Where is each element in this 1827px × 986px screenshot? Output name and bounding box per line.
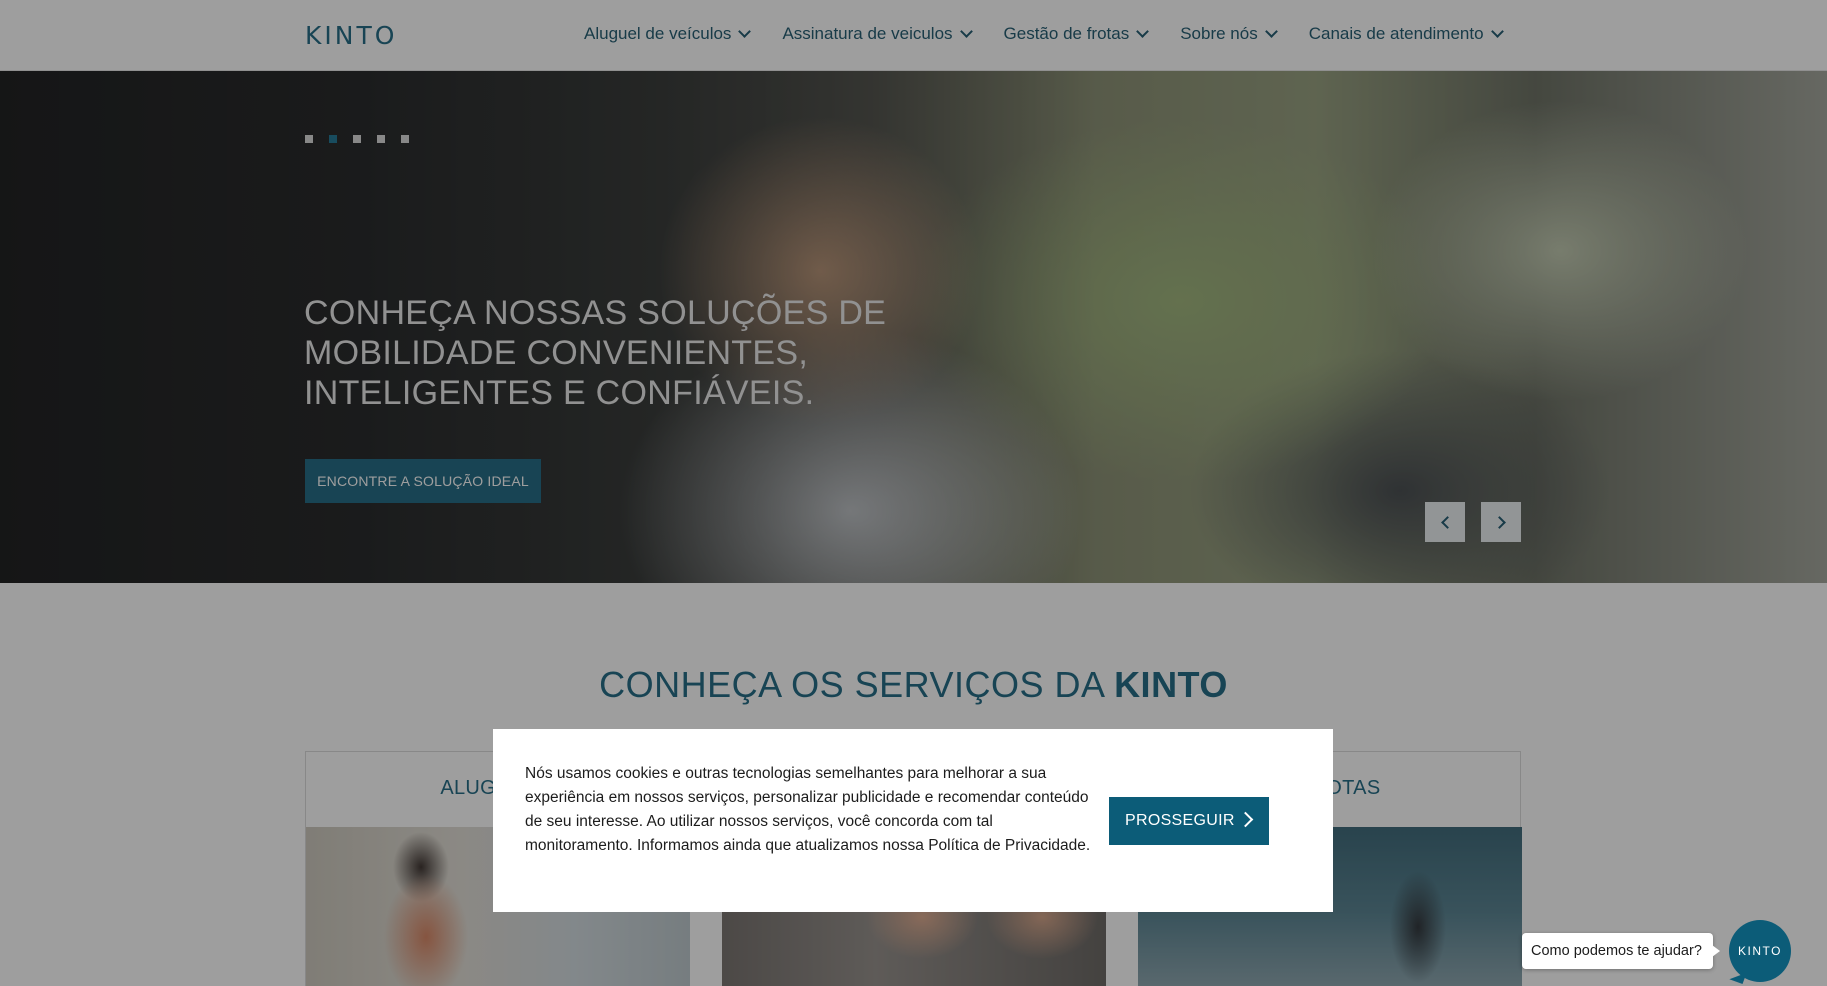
proceed-button-label: PROSSEGUIR xyxy=(1125,812,1235,829)
chat-prompt-bubble[interactable]: Como podemos te ajudar? xyxy=(1522,933,1720,969)
proceed-button[interactable]: PROSSEGUIR xyxy=(1109,797,1269,845)
chat-launcher-button[interactable]: KINTO xyxy=(1729,920,1791,982)
cookie-consent-modal: Nós usamos cookies e outras tecnologias … xyxy=(493,729,1333,912)
chevron-right-icon xyxy=(1237,811,1254,828)
cookie-message: Nós usamos cookies e outras tecnologias … xyxy=(525,765,1091,854)
